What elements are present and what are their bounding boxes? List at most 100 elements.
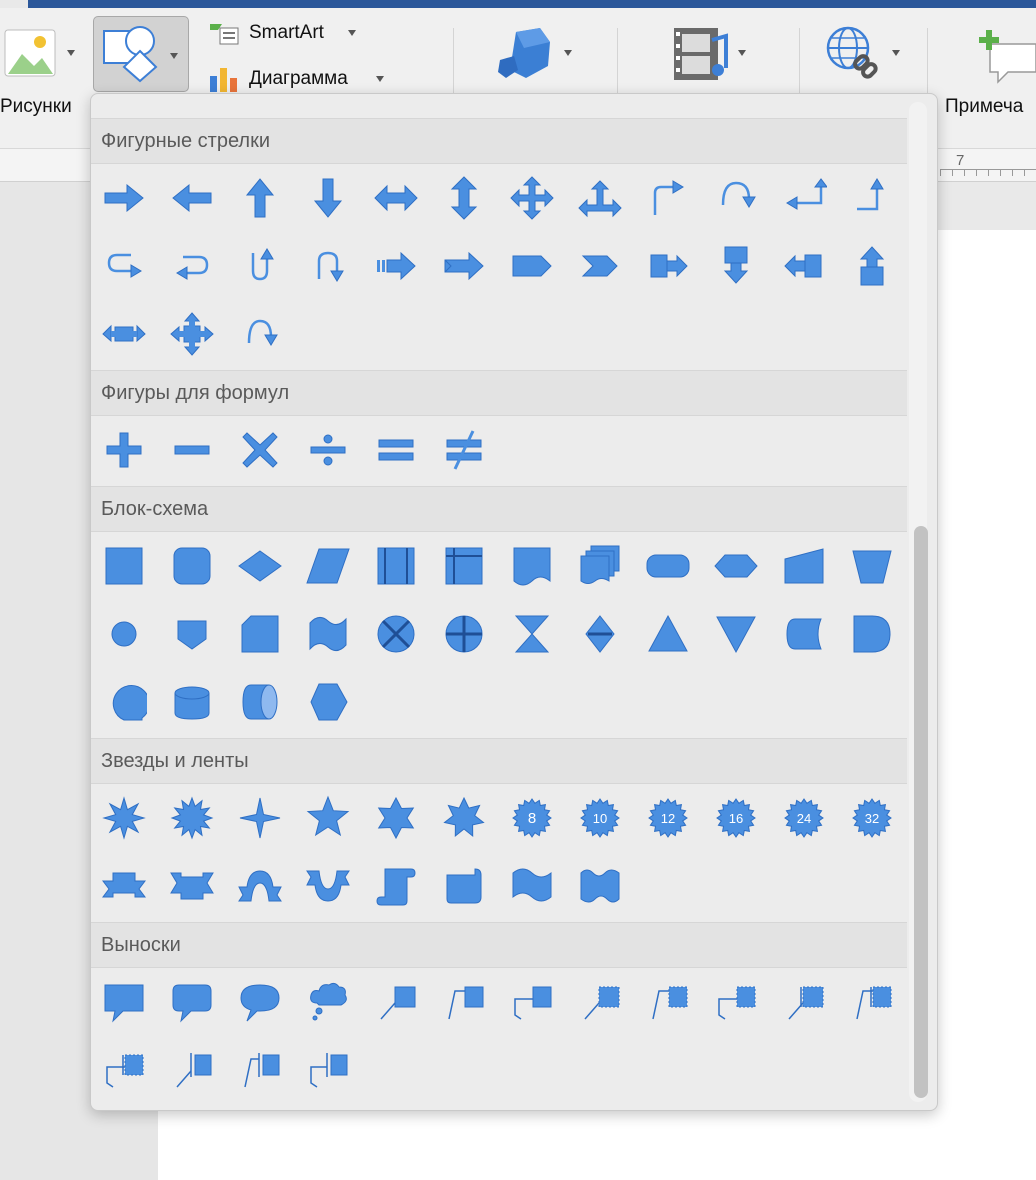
shape-item[interactable]: [373, 543, 419, 589]
shape-item[interactable]: [101, 863, 147, 909]
shape-item[interactable]: [237, 243, 283, 289]
shape-item[interactable]: [169, 427, 215, 473]
shape-item[interactable]: [577, 863, 623, 909]
shapes-button[interactable]: [93, 16, 189, 92]
shapes-dropdown-caret[interactable]: [170, 53, 178, 59]
shape-item[interactable]: [305, 979, 351, 1025]
shape-item[interactable]: [577, 175, 623, 221]
pictures-button[interactable]: [4, 28, 56, 80]
shape-item[interactable]: [373, 243, 419, 289]
shape-item[interactable]: [305, 175, 351, 221]
shape-item[interactable]: [305, 795, 351, 841]
shape-item[interactable]: [169, 311, 215, 357]
shape-item[interactable]: [645, 175, 691, 221]
shape-item[interactable]: [849, 175, 895, 221]
smartart-dropdown-caret[interactable]: [348, 30, 356, 36]
shape-item[interactable]: [169, 543, 215, 589]
shape-item[interactable]: [237, 311, 283, 357]
shape-item[interactable]: [237, 427, 283, 473]
shape-item[interactable]: [305, 611, 351, 657]
shape-item[interactable]: [305, 679, 351, 725]
shape-item[interactable]: [509, 979, 555, 1025]
shape-item[interactable]: 12: [645, 795, 691, 841]
shape-item[interactable]: [441, 427, 487, 473]
shape-item[interactable]: [441, 863, 487, 909]
shape-item[interactable]: [237, 795, 283, 841]
shape-item[interactable]: [441, 795, 487, 841]
shape-item[interactable]: [169, 863, 215, 909]
shape-item[interactable]: [373, 863, 419, 909]
shape-item[interactable]: 10: [577, 795, 623, 841]
media-button[interactable]: [672, 24, 730, 84]
shape-item[interactable]: [305, 1047, 351, 1093]
shape-item[interactable]: [101, 679, 147, 725]
shape-item[interactable]: [169, 611, 215, 657]
3d-models-button[interactable]: [496, 26, 554, 84]
shape-item[interactable]: 32: [849, 795, 895, 841]
shape-item[interactable]: [101, 795, 147, 841]
shape-item[interactable]: [781, 243, 827, 289]
shape-item[interactable]: [849, 611, 895, 657]
shape-item[interactable]: [645, 243, 691, 289]
shape-item[interactable]: [305, 243, 351, 289]
shape-item[interactable]: [577, 611, 623, 657]
shape-item[interactable]: [101, 175, 147, 221]
link-dropdown-caret[interactable]: [892, 50, 900, 56]
shape-item[interactable]: [713, 979, 759, 1025]
shape-item[interactable]: 16: [713, 795, 759, 841]
shape-item[interactable]: [305, 863, 351, 909]
shape-item[interactable]: [645, 543, 691, 589]
shape-item[interactable]: [441, 611, 487, 657]
shape-item[interactable]: [713, 543, 759, 589]
shape-item[interactable]: [373, 795, 419, 841]
shape-item[interactable]: [645, 611, 691, 657]
shape-item[interactable]: [373, 979, 419, 1025]
pictures-dropdown-caret[interactable]: [67, 50, 75, 56]
shape-item[interactable]: [101, 543, 147, 589]
shape-item[interactable]: [373, 427, 419, 473]
shape-item[interactable]: [169, 795, 215, 841]
shape-item[interactable]: [373, 175, 419, 221]
shape-item[interactable]: [237, 611, 283, 657]
shape-item[interactable]: [237, 1047, 283, 1093]
shape-item[interactable]: [441, 175, 487, 221]
shape-item[interactable]: [101, 1047, 147, 1093]
chart-button[interactable]: [208, 64, 240, 94]
shape-item[interactable]: [441, 543, 487, 589]
shape-item[interactable]: [441, 243, 487, 289]
shape-item[interactable]: [169, 979, 215, 1025]
link-button[interactable]: [824, 24, 884, 84]
shape-item[interactable]: [849, 979, 895, 1025]
shape-item[interactable]: [713, 175, 759, 221]
shape-item[interactable]: [237, 863, 283, 909]
shape-item[interactable]: [509, 243, 555, 289]
shape-item[interactable]: 8: [509, 795, 555, 841]
media-dropdown-caret[interactable]: [738, 50, 746, 56]
shape-item[interactable]: [781, 979, 827, 1025]
shape-item[interactable]: [577, 979, 623, 1025]
shape-item[interactable]: [713, 611, 759, 657]
shape-item[interactable]: [577, 543, 623, 589]
shape-item[interactable]: [169, 243, 215, 289]
shape-item[interactable]: [509, 863, 555, 909]
shape-item[interactable]: [169, 679, 215, 725]
shape-item[interactable]: [509, 543, 555, 589]
shape-item[interactable]: [441, 979, 487, 1025]
shape-item[interactable]: [781, 175, 827, 221]
shape-item[interactable]: [237, 175, 283, 221]
shape-item[interactable]: [509, 611, 555, 657]
shape-item[interactable]: [713, 243, 759, 289]
shape-item[interactable]: 24: [781, 795, 827, 841]
shape-item[interactable]: [781, 543, 827, 589]
shape-item[interactable]: [101, 427, 147, 473]
shape-item[interactable]: [101, 311, 147, 357]
chart-dropdown-caret[interactable]: [376, 76, 384, 82]
shape-item[interactable]: [849, 243, 895, 289]
3d-models-dropdown-caret[interactable]: [564, 50, 572, 56]
shape-item[interactable]: [305, 427, 351, 473]
shape-item[interactable]: [509, 175, 555, 221]
new-comment-button[interactable]: [978, 28, 1036, 84]
shape-item[interactable]: [237, 679, 283, 725]
shape-item[interactable]: [305, 543, 351, 589]
shape-item[interactable]: [169, 1047, 215, 1093]
